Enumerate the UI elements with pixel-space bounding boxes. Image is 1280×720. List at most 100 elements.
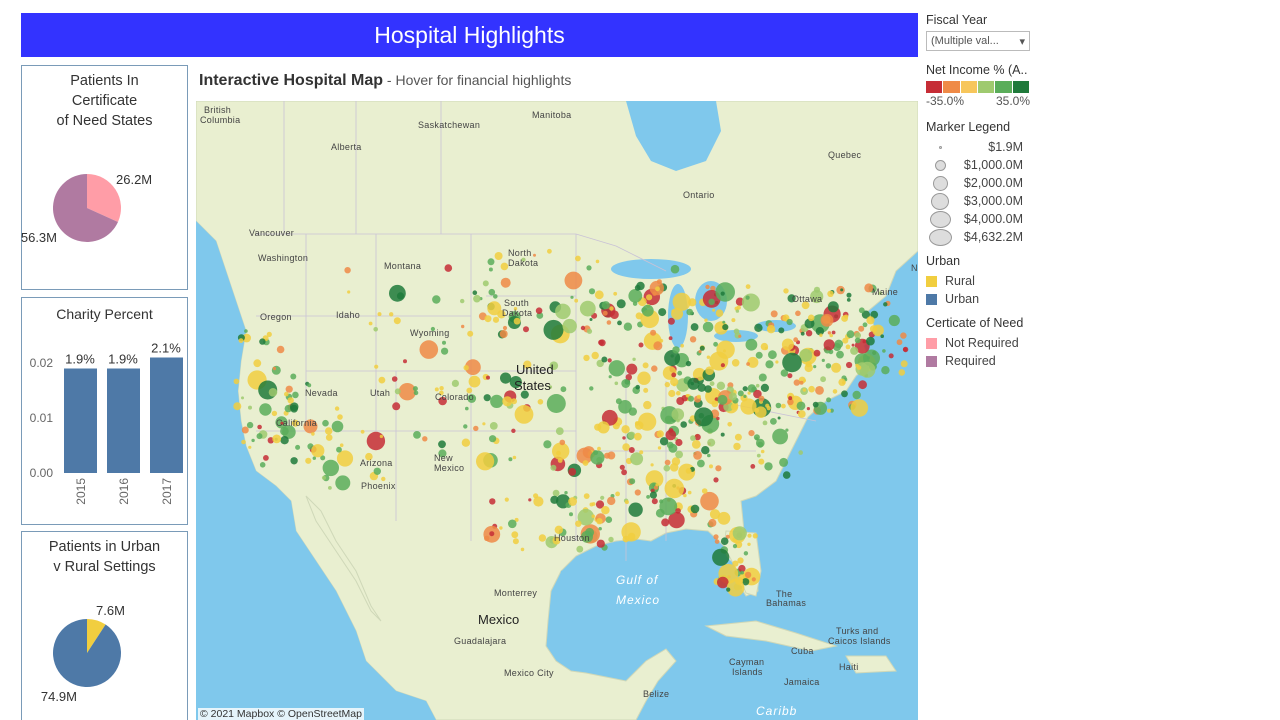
hospital-marker[interactable]: [723, 349, 726, 353]
hospital-marker[interactable]: [685, 468, 692, 474]
hospital-marker[interactable]: [557, 458, 563, 463]
hospital-marker[interactable]: [745, 338, 758, 351]
hospital-marker[interactable]: [851, 343, 855, 347]
hospital-marker[interactable]: [707, 438, 716, 447]
hospital-marker[interactable]: [866, 336, 875, 346]
hospital-marker[interactable]: [488, 267, 493, 272]
hospital-marker[interactable]: [646, 294, 653, 301]
hospital-marker[interactable]: [812, 401, 819, 408]
hospital-marker[interactable]: [285, 385, 293, 393]
hospital-marker[interactable]: [486, 375, 490, 380]
hospital-marker[interactable]: [568, 497, 577, 506]
hospital-marker[interactable]: [246, 421, 254, 429]
hospital-marker[interactable]: [413, 431, 421, 439]
con-legend-item[interactable]: Not Required: [926, 334, 1046, 352]
hospital-marker[interactable]: [858, 307, 865, 314]
hospital-marker[interactable]: [852, 390, 861, 400]
hospital-marker[interactable]: [600, 495, 605, 500]
hospital-marker[interactable]: [493, 294, 498, 299]
hospital-marker[interactable]: [575, 255, 581, 262]
hospital-marker[interactable]: [882, 349, 886, 353]
hospital-marker[interactable]: [820, 376, 826, 383]
hospital-marker[interactable]: [241, 426, 249, 434]
hospital-marker[interactable]: [538, 534, 547, 542]
hospital-marker[interactable]: [434, 387, 439, 392]
hospital-marker[interactable]: [846, 361, 853, 369]
hospital-marker[interactable]: [398, 383, 416, 401]
hospital-marker[interactable]: [272, 434, 282, 444]
hospital-marker[interactable]: [628, 289, 643, 303]
charity-bar[interactable]: [150, 357, 183, 474]
hospital-marker[interactable]: [489, 498, 496, 505]
hospital-marker[interactable]: [707, 453, 711, 458]
hospital-marker[interactable]: [775, 402, 782, 409]
hospital-marker[interactable]: [391, 376, 398, 382]
hospital-marker[interactable]: [768, 350, 777, 360]
hospital-marker[interactable]: [589, 386, 594, 391]
hospital-marker[interactable]: [463, 365, 469, 371]
hospital-marker[interactable]: [374, 364, 379, 369]
hospital-marker[interactable]: [740, 570, 744, 575]
hospital-marker[interactable]: [467, 330, 474, 337]
hospital-marker[interactable]: [675, 438, 683, 447]
hospital-marker[interactable]: [287, 397, 294, 404]
hospital-marker[interactable]: [271, 365, 281, 375]
charity-bar[interactable]: [107, 368, 140, 474]
hospital-marker[interactable]: [580, 325, 586, 331]
hospital-marker[interactable]: [736, 305, 741, 310]
hospital-marker[interactable]: [778, 327, 785, 334]
hospital-marker[interactable]: [552, 489, 560, 497]
hospital-marker[interactable]: [741, 293, 760, 312]
hospital-marker[interactable]: [596, 539, 605, 548]
hospital-marker[interactable]: [626, 363, 638, 375]
hospital-marker[interactable]: [806, 407, 811, 411]
hospital-marker[interactable]: [489, 531, 495, 537]
hospital-marker[interactable]: [846, 292, 852, 298]
hospital-marker[interactable]: [738, 334, 742, 338]
hospital-marker[interactable]: [473, 294, 481, 303]
hospital-marker[interactable]: [513, 317, 521, 325]
hospital-marker[interactable]: [473, 425, 479, 432]
hospital-marker[interactable]: [711, 400, 719, 408]
hospital-marker[interactable]: [643, 387, 649, 393]
hospital-marker[interactable]: [888, 353, 894, 359]
hospital-marker[interactable]: [634, 432, 642, 441]
hospital-marker[interactable]: [799, 380, 804, 385]
hospital-marker[interactable]: [726, 587, 731, 592]
hospital-marker[interactable]: [508, 519, 517, 529]
hospital-marker[interactable]: [608, 360, 625, 377]
hospital-marker[interactable]: [669, 463, 679, 472]
hospital-marker[interactable]: [758, 395, 765, 402]
hospital-marker[interactable]: [637, 371, 651, 385]
hospital-marker[interactable]: [482, 280, 489, 287]
hospital-marker[interactable]: [737, 557, 744, 564]
hospital-marker[interactable]: [276, 345, 285, 354]
hospital-marker[interactable]: [757, 441, 764, 448]
hospital-marker[interactable]: [745, 284, 751, 289]
hospital-marker[interactable]: [280, 436, 289, 445]
hospital-marker[interactable]: [248, 405, 252, 410]
hospital-marker[interactable]: [685, 394, 690, 398]
hospital-marker[interactable]: [762, 420, 768, 426]
hospital-marker[interactable]: [836, 350, 844, 359]
hospital-marker[interactable]: [704, 385, 712, 393]
hospital-marker[interactable]: [747, 384, 756, 393]
hospital-marker[interactable]: [347, 290, 351, 294]
hospital-marker[interactable]: [508, 457, 513, 462]
hospital-marker[interactable]: [621, 379, 631, 388]
hospital-marker[interactable]: [238, 338, 244, 343]
hospital-marker[interactable]: [831, 330, 836, 335]
hospital-marker[interactable]: [766, 325, 776, 334]
hospital-marker[interactable]: [813, 365, 817, 369]
hospital-marker[interactable]: [823, 339, 835, 351]
hospital-marker[interactable]: [756, 453, 761, 458]
hospital-marker[interactable]: [744, 571, 752, 579]
hospital-marker[interactable]: [366, 431, 386, 451]
hospital-marker[interactable]: [900, 360, 908, 368]
hospital-marker[interactable]: [793, 337, 799, 343]
hospital-marker[interactable]: [783, 288, 789, 294]
hospital-marker[interactable]: [635, 384, 640, 390]
hospital-marker[interactable]: [752, 533, 758, 539]
hospital-marker[interactable]: [770, 418, 777, 425]
hospital-marker[interactable]: [898, 369, 906, 376]
